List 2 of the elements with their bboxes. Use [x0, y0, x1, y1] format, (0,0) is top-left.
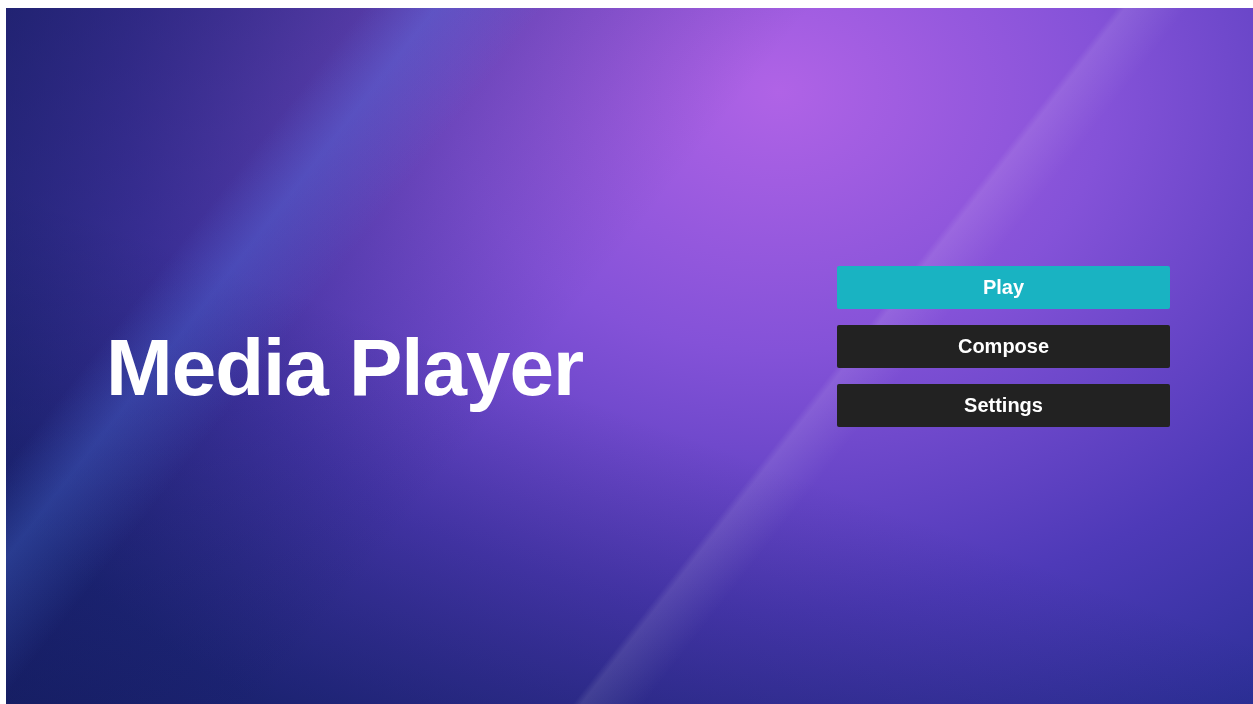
menu-button[interactable]: Compose	[837, 324, 1170, 368]
menu-button[interactable]: Settings	[837, 383, 1170, 427]
